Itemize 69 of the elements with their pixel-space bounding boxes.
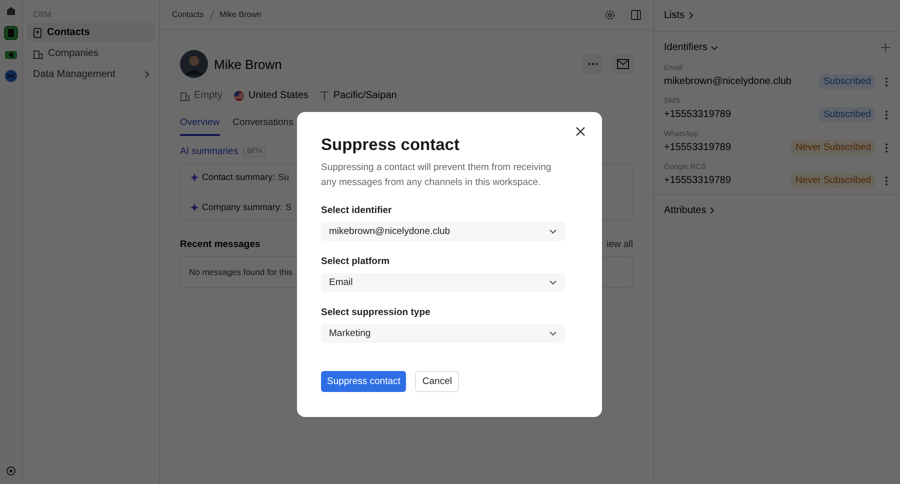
- close-icon[interactable]: [576, 127, 585, 136]
- kebab-icon[interactable]: [885, 76, 888, 86]
- breadcrumb-current: Mike Brown: [220, 10, 262, 19]
- summary-value: Su: [278, 172, 290, 182]
- tab[interactable]: Conversations: [232, 117, 294, 136]
- add-icon[interactable]: [881, 43, 890, 52]
- contacts-app-icon[interactable]: [4, 26, 18, 40]
- suppress-button[interactable]: Suppress contact: [321, 371, 406, 392]
- help-icon[interactable]: [6, 466, 16, 476]
- section-title: Recent messages: [180, 239, 260, 250]
- country-value[interactable]: United States: [248, 90, 308, 101]
- chevron-right-icon: [688, 12, 693, 19]
- sparkle-icon: [190, 172, 199, 182]
- kebab-icon[interactable]: [885, 176, 888, 186]
- section-title: AI summaries: [180, 146, 238, 157]
- contact-card-icon: [33, 28, 42, 38]
- text-icon: [320, 90, 330, 100]
- dialog-title: Suppress contact: [321, 136, 460, 155]
- nav-item[interactable]: Data Management: [27, 65, 155, 84]
- view-all-link[interactable]: iew all: [606, 239, 633, 250]
- identifier-value: mikebrown@nicelydone.club: [664, 76, 792, 87]
- status-badge: Never Subscribed: [791, 140, 875, 155]
- chevron-right-icon: [710, 207, 714, 214]
- timezone-value[interactable]: Pacific/Saipan: [333, 90, 397, 101]
- breadcrumb-link[interactable]: Contacts: [172, 10, 204, 19]
- identifiers-toggle[interactable]: Identifiers: [664, 42, 708, 53]
- field-label: Select identifier: [321, 205, 392, 216]
- status-badge: Never Subscribed: [791, 173, 875, 188]
- field-label: Select suppression type: [321, 307, 430, 318]
- identifier-value: +15553319789: [664, 109, 732, 120]
- building-icon: [180, 90, 190, 100]
- flag-icon: [234, 90, 244, 100]
- status-badge: Subscribed: [819, 107, 875, 122]
- empty-message: No messages found for this: [189, 267, 292, 277]
- summary-value: S: [286, 202, 292, 212]
- company-value[interactable]: Empty: [194, 90, 222, 101]
- chevron-down-icon: [549, 280, 557, 285]
- attributes-toggle[interactable]: Attributes: [664, 205, 706, 216]
- breadcrumb-separator: [210, 10, 214, 18]
- contact-name: Mike Brown: [214, 56, 282, 72]
- chevron-down-icon: [549, 229, 557, 234]
- avatar: [180, 50, 208, 78]
- select-field[interactable]: Marketing: [321, 324, 565, 343]
- kebab-icon[interactable]: [885, 142, 888, 152]
- video-icon[interactable]: [5, 50, 17, 60]
- building-icon: [33, 48, 43, 58]
- nav-item[interactable]: Companies: [27, 44, 155, 63]
- tab[interactable]: Overview: [180, 117, 220, 136]
- lists-toggle[interactable]: Lists: [664, 10, 685, 21]
- sparkle-icon: [190, 202, 199, 212]
- dialog-description: Suppressing a contact will prevent them from receiving any messages from any channels in this workspace.: [321, 161, 552, 190]
- chevron-down-icon: [711, 46, 718, 50]
- select-field[interactable]: mikebrown@nicelydone.club: [321, 222, 565, 241]
- identifier-value: +15553319789: [664, 175, 732, 186]
- kebab-icon[interactable]: [885, 110, 888, 120]
- summary-label: Company summary:: [202, 202, 283, 212]
- nav-item[interactable]: Contacts: [27, 23, 155, 42]
- identifier-value: +15553319789: [664, 142, 732, 153]
- select-field[interactable]: Email: [321, 273, 565, 292]
- field-label: Select platform: [321, 256, 390, 267]
- sidebar-toggle-icon[interactable]: [631, 10, 641, 20]
- summary-label: Contact summary:: [202, 172, 276, 182]
- chevron-right-icon: [145, 71, 149, 78]
- chevron-down-icon: [549, 331, 557, 336]
- home-icon[interactable]: [6, 6, 16, 16]
- settings-icon[interactable]: [605, 10, 615, 20]
- cancel-button[interactable]: Cancel: [415, 371, 459, 392]
- status-badge: Subscribed: [819, 74, 875, 89]
- globe-icon[interactable]: [5, 70, 17, 82]
